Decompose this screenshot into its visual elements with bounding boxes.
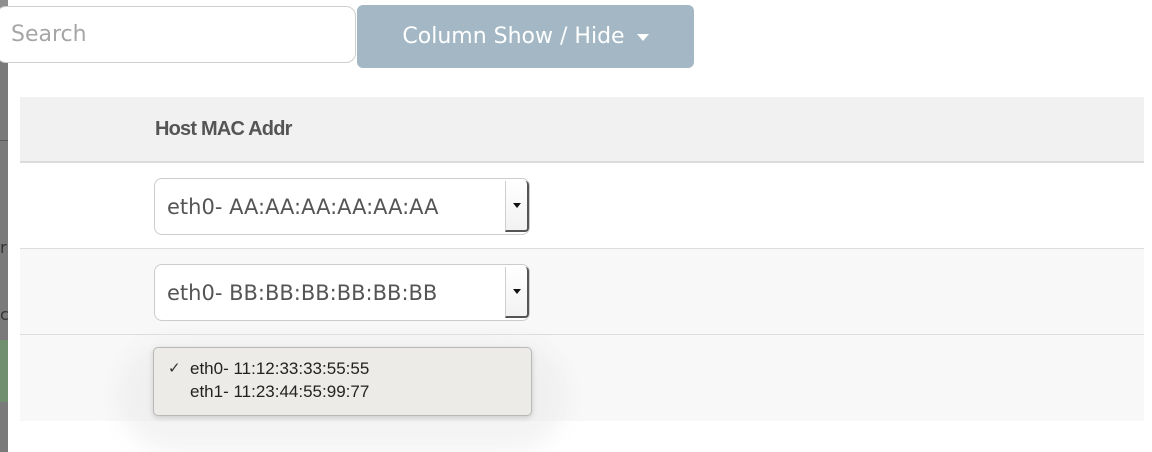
left-edge-band-green <box>0 340 8 402</box>
table-header: Host MAC Addr <box>20 97 1144 163</box>
table-row: eth0- BB:BB:BB:BB:BB:BB <box>20 249 1144 335</box>
triangle-down-icon <box>512 203 521 208</box>
edge-glyph-r: r <box>0 238 7 257</box>
select-arrow-button[interactable] <box>505 267 529 318</box>
host-mac-select-value: eth0- AA:AA:AA:AA:AA:AA <box>167 195 439 219</box>
column-header-host-mac-addr: Host MAC Addr <box>155 118 292 140</box>
column-show-hide-button[interactable]: Column Show / Hide <box>357 5 694 68</box>
triangle-down-icon <box>512 289 521 294</box>
column-show-hide-label: Column Show / Hide <box>402 24 625 49</box>
left-edge-divider <box>0 140 8 141</box>
host-mac-dropdown-menu: ✓ eth0- 11:12:33:33:55:55 eth1- 11:23:44… <box>153 347 532 416</box>
dropdown-option-label: eth1- 11:23:44:55:99:77 <box>190 382 370 401</box>
check-icon: ✓ <box>168 360 181 377</box>
caret-down-icon <box>636 34 649 41</box>
dropdown-option[interactable]: eth1- 11:23:44:55:99:77 <box>154 380 531 403</box>
left-edge-strip <box>0 0 8 452</box>
select-arrow-button[interactable] <box>505 181 529 232</box>
search-input[interactable] <box>0 6 356 63</box>
host-mac-select[interactable]: eth0- AA:AA:AA:AA:AA:AA <box>154 178 530 235</box>
dropdown-option-label: eth0- 11:12:33:33:55:55 <box>190 359 370 378</box>
table-row: eth0- AA:AA:AA:AA:AA:AA <box>20 163 1144 249</box>
host-mac-select-value: eth0- BB:BB:BB:BB:BB:BB <box>167 281 438 305</box>
host-mac-select[interactable]: eth0- BB:BB:BB:BB:BB:BB <box>154 264 530 321</box>
edge-glyph-c: c <box>0 305 9 324</box>
dropdown-option[interactable]: ✓ eth0- 11:12:33:33:55:55 <box>154 357 531 380</box>
